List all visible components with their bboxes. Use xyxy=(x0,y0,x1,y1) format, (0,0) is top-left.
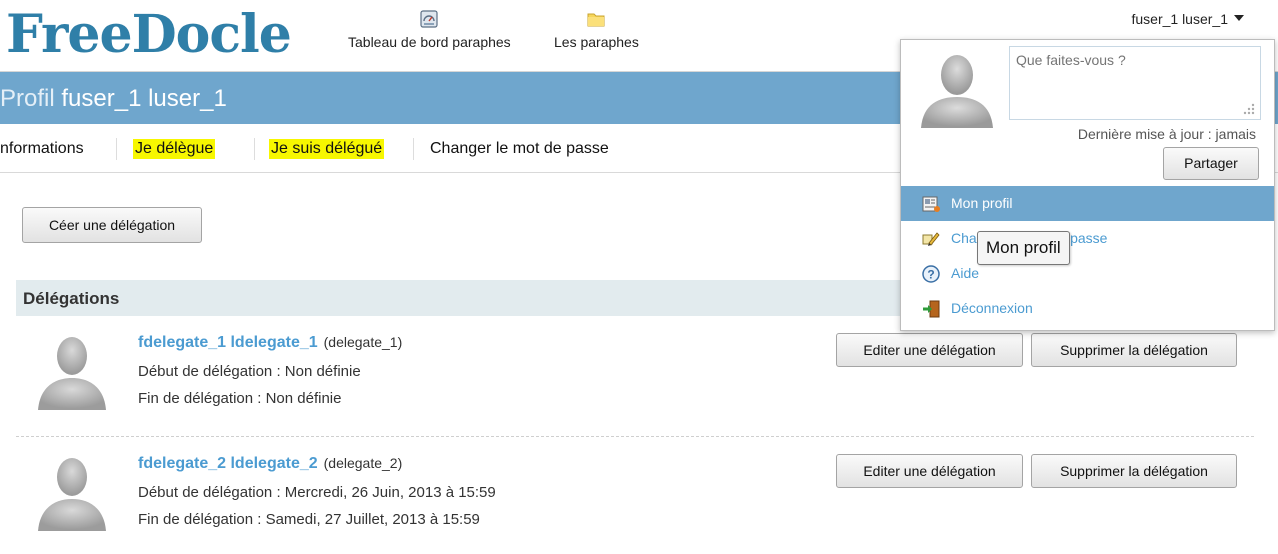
delegate-login: (delegate_2) xyxy=(323,455,403,471)
menu-item-label: Mon profil xyxy=(951,195,1013,211)
tab-divider xyxy=(413,138,414,160)
tab-je-suis-delegue[interactable]: Je suis délégué xyxy=(269,139,385,159)
menu-item-deconnexion[interactable]: Déconnexion xyxy=(901,291,1274,326)
user-menu-label: fuser_1 luser_1 xyxy=(1131,11,1228,27)
tooltip: Mon profil xyxy=(977,231,1070,265)
edit-delegation-button[interactable]: Editer une délégation xyxy=(836,454,1023,488)
delegation-start: Début de délégation : Non définie xyxy=(138,363,361,380)
last-update-text: Dernière mise à jour : jamais xyxy=(1077,126,1256,142)
delete-delegation-button[interactable]: Supprimer la délégation xyxy=(1031,454,1237,488)
menu-item-mon-profil[interactable]: Mon profil xyxy=(901,186,1274,221)
nav-label: Tableau de bord paraphes xyxy=(348,34,511,50)
menu-item-label: Déconnexion xyxy=(951,300,1033,316)
nav-les-paraphes[interactable]: Les paraphes xyxy=(554,10,639,50)
avatar xyxy=(921,55,993,128)
section-title: Délégations xyxy=(23,289,120,308)
delegation-item: fdelegate_2 ldelegate_2 (delegate_2) Débu… xyxy=(16,437,1254,554)
delegate-name-link[interactable]: fdelegate_1 ldelegate_1 (delegate_1) xyxy=(138,334,402,352)
delete-delegation-button[interactable]: Supprimer la délégation xyxy=(1031,333,1237,367)
svg-text:?: ? xyxy=(927,268,934,282)
share-button[interactable]: Partager xyxy=(1163,147,1259,180)
delegation-start: Début de délégation : Mercredi, 26 Juin,… xyxy=(138,484,496,501)
page-title-prefix: Profil xyxy=(0,85,55,112)
nav-dashboard-paraphes[interactable]: Tableau de bord paraphes xyxy=(348,10,511,50)
caret-down-icon xyxy=(1234,15,1244,22)
avatar xyxy=(38,337,106,410)
user-menu-toggle[interactable]: fuser_1 luser_1 xyxy=(1131,11,1244,27)
delegation-item: fdelegate_1 ldelegate_1 (delegate_1) Débu… xyxy=(16,316,1254,437)
delegation-end: Fin de délégation : Samedi, 27 Juillet, … xyxy=(138,511,480,528)
create-delegation-button[interactable]: Céer une délégation xyxy=(22,207,202,243)
delegate-name: fdelegate_1 ldelegate_1 xyxy=(138,334,318,351)
page-title-name: fuser_1 luser_1 xyxy=(61,85,227,112)
tab-divider xyxy=(116,138,117,160)
tab-je-delegue[interactable]: Je délègue xyxy=(133,139,216,159)
avatar xyxy=(38,458,106,531)
pencil-icon xyxy=(922,232,940,246)
folder-icon xyxy=(587,13,605,27)
status-input[interactable] xyxy=(1009,46,1261,120)
logout-icon xyxy=(923,300,940,318)
menu-item-changer-mot-de-passe[interactable]: Changer le mot de passe xyxy=(901,221,1274,256)
menu-item-label: Aide xyxy=(951,265,980,281)
delegate-login: (delegate_1) xyxy=(323,334,403,350)
tab-divider xyxy=(254,138,255,160)
edit-delegation-button[interactable]: Editer une délégation xyxy=(836,333,1023,367)
tab-changer-mot-de-passe[interactable]: Changer le mot de passe xyxy=(430,140,609,158)
delegate-name: fdelegate_2 ldelegate_2 xyxy=(138,455,318,472)
profile-card-icon xyxy=(922,196,940,212)
dashboard-icon xyxy=(420,10,438,28)
help-icon: ? xyxy=(922,265,940,283)
delegate-name-link[interactable]: fdelegate_2 ldelegate_2 (delegate_2) xyxy=(138,455,402,473)
user-dropdown-panel: Dernière mise à jour : jamais Partager M… xyxy=(900,39,1275,331)
app-logo[interactable]: FreeDocle xyxy=(6,4,292,66)
page-title: Profil fuser_1 luser_1 xyxy=(0,85,227,113)
resize-grip-icon[interactable] xyxy=(1240,100,1256,116)
user-menu-list: Mon profil Changer le mot de passe ? Aid… xyxy=(901,186,1274,326)
menu-item-aide[interactable]: ? Aide xyxy=(901,256,1274,291)
delegation-end: Fin de délégation : Non définie xyxy=(138,390,342,407)
tab-informations[interactable]: nformations xyxy=(0,140,84,158)
nav-label: Les paraphes xyxy=(554,34,639,50)
